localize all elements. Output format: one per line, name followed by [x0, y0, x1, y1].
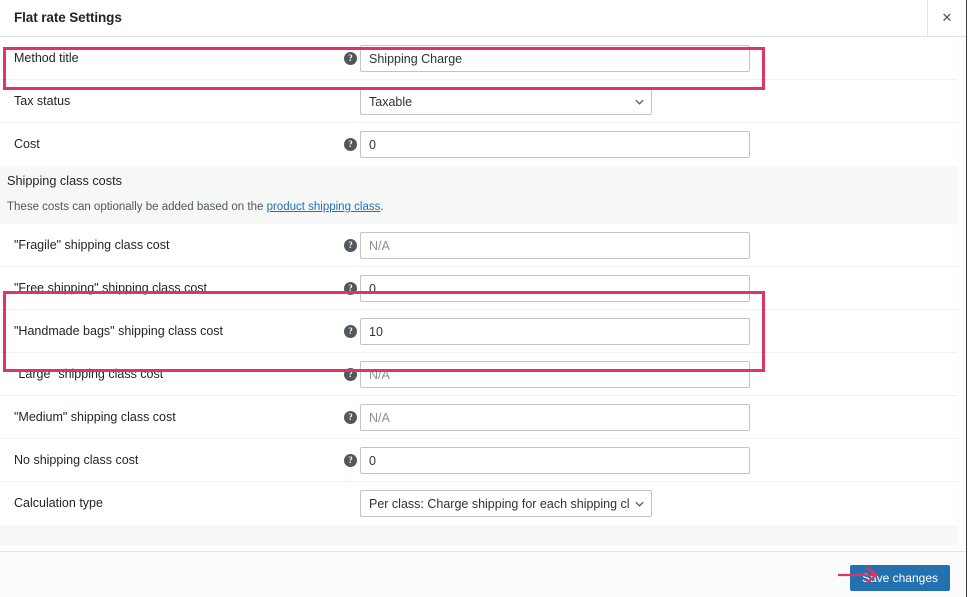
- row-fragile-shipping-class-cost: "Fragile" shipping class cost ?: [0, 224, 958, 267]
- no-shipping-class-cost-input[interactable]: [360, 447, 750, 474]
- chevron-down-icon: [635, 501, 644, 507]
- section-description-suffix: .: [380, 201, 384, 213]
- shipping-class-costs-section: Shipping class costs These costs can opt…: [0, 166, 958, 224]
- section-description: These costs can optionally be added base…: [7, 201, 384, 213]
- row-large-shipping-class-cost: "Large" shipping class cost ?: [0, 353, 958, 396]
- calculation-type-value: Per class: Charge shipping for each ship…: [369, 496, 629, 511]
- handmade-bags-shipping-class-cost-input[interactable]: [360, 318, 750, 345]
- label-free-shipping-shipping-class-cost: "Free shipping" shipping class cost: [14, 281, 207, 295]
- help-icon[interactable]: ?: [344, 368, 357, 381]
- row-handmade-bags-shipping-class-cost: "Handmade bags" shipping class cost ?: [0, 310, 958, 353]
- help-icon[interactable]: ?: [344, 138, 357, 151]
- row-medium-shipping-class-cost: "Medium" shipping class cost ?: [0, 396, 958, 439]
- row-free-shipping-shipping-class-cost: "Free shipping" shipping class cost ?: [0, 267, 958, 310]
- label-fragile-shipping-class-cost: "Fragile" shipping class cost: [14, 238, 170, 252]
- tax-status-select[interactable]: Taxable: [360, 88, 652, 115]
- fragile-shipping-class-cost-input[interactable]: [360, 232, 750, 259]
- label-tax-status: Tax status: [14, 94, 71, 108]
- modal-body: Method title ? Tax status Taxable Cost ?: [0, 37, 958, 545]
- label-medium-shipping-class-cost: "Medium" shipping class cost: [14, 410, 176, 424]
- free-shipping-shipping-class-cost-input[interactable]: [360, 275, 750, 302]
- label-calculation-type: Calculation type: [14, 496, 103, 510]
- row-calculation-type: Calculation type Per class: Charge shipp…: [0, 482, 958, 525]
- row-method-title: Method title ?: [0, 37, 958, 80]
- modal-header: Flat rate Settings ✕: [0, 0, 966, 37]
- large-shipping-class-cost-input[interactable]: [360, 361, 750, 388]
- label-method-title: Method title: [14, 51, 79, 65]
- help-icon[interactable]: ?: [344, 411, 357, 424]
- modal-footer: Save changes: [0, 551, 966, 597]
- close-icon[interactable]: ✕: [928, 0, 966, 36]
- section-description-prefix: These costs can optionally be added base…: [7, 201, 267, 213]
- product-shipping-class-link[interactable]: product shipping class: [267, 201, 381, 213]
- label-large-shipping-class-cost: "Large" shipping class cost: [14, 367, 164, 381]
- label-handmade-bags-shipping-class-cost: "Handmade bags" shipping class cost: [14, 324, 223, 338]
- cost-input[interactable]: [360, 131, 750, 158]
- method-title-input[interactable]: [360, 45, 750, 72]
- help-icon[interactable]: ?: [344, 282, 357, 295]
- shipping-class-rows-group: "Fragile" shipping class cost ? "Free sh…: [0, 224, 958, 525]
- label-cost: Cost: [14, 137, 40, 151]
- chevron-down-icon: [635, 99, 644, 105]
- general-settings-group: Method title ? Tax status Taxable Cost ?: [0, 37, 958, 166]
- help-icon[interactable]: ?: [344, 454, 357, 467]
- save-changes-button[interactable]: Save changes: [849, 565, 950, 591]
- help-icon[interactable]: ?: [344, 239, 357, 252]
- help-icon[interactable]: ?: [344, 52, 357, 65]
- tax-status-value: Taxable: [369, 94, 413, 109]
- page-title: Flat rate Settings: [14, 10, 122, 25]
- row-cost: Cost ?: [0, 123, 958, 166]
- help-icon[interactable]: ?: [344, 325, 357, 338]
- row-no-shipping-class-cost: No shipping class cost ?: [0, 439, 958, 482]
- row-tax-status: Tax status Taxable: [0, 80, 958, 123]
- medium-shipping-class-cost-input[interactable]: [360, 404, 750, 431]
- section-title: Shipping class costs: [7, 174, 122, 188]
- label-no-shipping-class-cost: No shipping class cost: [14, 453, 139, 467]
- flat-rate-settings-modal: Flat rate Settings ✕ Method title ? Tax …: [0, 0, 969, 597]
- calculation-type-select[interactable]: Per class: Charge shipping for each ship…: [360, 490, 652, 517]
